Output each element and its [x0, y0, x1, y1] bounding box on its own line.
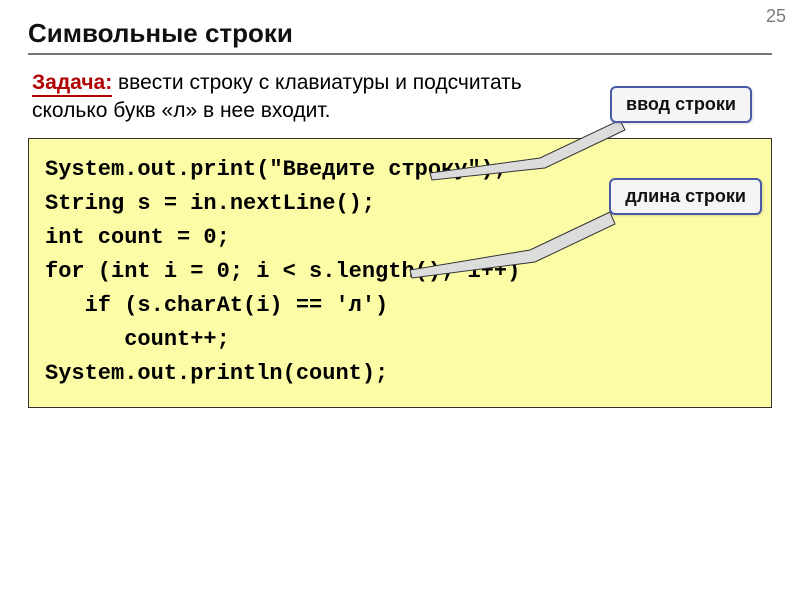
- slide-title: Символьные строки: [28, 18, 772, 49]
- callout-string-length: длина строки: [609, 178, 762, 215]
- title-divider: [28, 53, 772, 55]
- code-line-2: String s = in.nextLine();: [45, 191, 375, 216]
- task-text-1: ввести строку с клавиатуры и подсчитать: [112, 71, 522, 94]
- task-label: Задача:: [32, 71, 112, 97]
- code-line-7: System.out.println(count);: [45, 361, 388, 386]
- code-line-5: if (s.charAt(i) == 'л'): [45, 293, 388, 318]
- callout-arrow-icon: [400, 210, 630, 290]
- code-line-6: count++;: [45, 327, 230, 352]
- callout-input-string: ввод строки: [610, 86, 752, 123]
- slide: 25 Символьные строки Задача: ввести стро…: [0, 0, 800, 600]
- code-line-3: int count = 0;: [45, 225, 230, 250]
- callout-arrow-icon: [420, 118, 640, 188]
- page-number: 25: [766, 6, 786, 27]
- task-text-2: сколько букв «л» в нее входит.: [32, 99, 331, 122]
